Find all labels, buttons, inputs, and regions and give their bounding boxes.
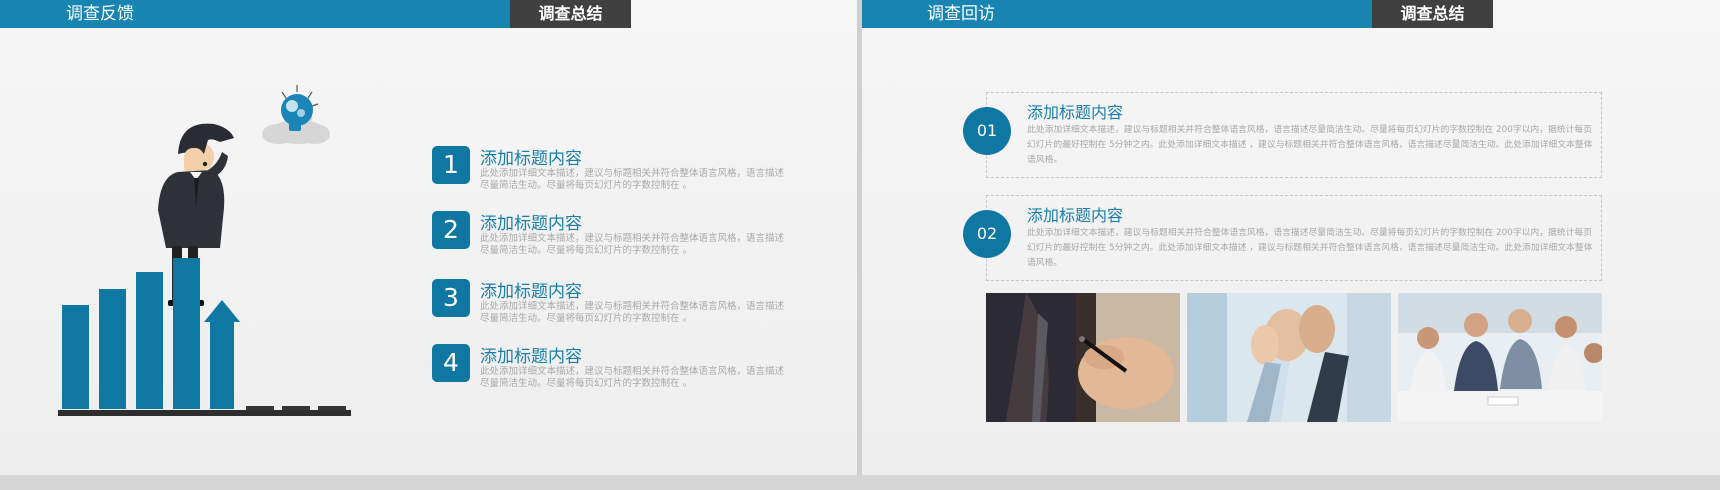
list-item-1[interactable]: 1 添加标题内容 此处添加详细文本描述，建议与标题相关并符合整体语言风格，语言描… [432,144,792,202]
number-circle: 02 [963,210,1011,258]
businessman-bar-chart-illustration [58,85,351,416]
slide-survey-feedback[interactable]: 调查反馈 调查总结 1 添加标题内容 此处添加详细文本描述，建议与标题相关并符合… [0,0,857,475]
bar-chart-graphic [58,258,351,416]
title-bar: 调查反馈 [0,0,510,28]
section-tag: 调查总结 [510,0,631,28]
number-badge: 1 [432,146,470,184]
content-card-2[interactable]: 02 添加标题内容 此处添加详细文本描述，建议与标题相关并符合整体语言风格，语言… [963,195,1602,281]
card-title: 添加标题内容 [1027,206,1124,225]
item-description: 此处添加详细文本描述，建议与标题相关并符合整体语言风格，语言描述尽量简洁生动。尽… [480,366,785,389]
item-title: 添加标题内容 [480,214,582,234]
number-circle: 01 [963,107,1011,155]
item-description: 此处添加详细文本描述，建议与标题相关并符合整体语言风格，语言描述尽量简洁生动。尽… [480,168,785,191]
bottom-strip [0,475,1720,490]
list-item-2[interactable]: 2 添加标题内容 此处添加详细文本描述，建议与标题相关并符合整体语言风格，语言描… [432,209,792,267]
slide-title: 调查反馈 [66,4,134,24]
card-description: 此处添加详细文本描述，建议与标题相关并符合整体语言风格，语言描述尽量简洁生动。尽… [1027,228,1593,268]
slide-survey-revisit[interactable]: 调查回访 调查总结 01 添加标题内容 此处添加详细文本描述，建议与标题相关并符… [862,0,1720,475]
idea-cloud-icon [262,85,330,144]
photo-team-high-five [1187,293,1391,422]
number-badge: 3 [432,279,470,317]
item-title: 添加标题内容 [480,149,582,169]
title-bar: 调查回访 [862,0,1372,28]
card-title: 添加标题内容 [1027,103,1124,122]
list-item-3[interactable]: 3 添加标题内容 此处添加详细文本描述，建议与标题相关并符合整体语言风格，语言描… [432,277,792,335]
item-description: 此处添加详细文本描述，建议与标题相关并符合整体语言风格，语言描述尽量简洁生动。尽… [480,301,785,324]
card-description: 此处添加详细文本描述，建议与标题相关并符合整体语言风格，语言描述尽量简洁生动。尽… [1027,125,1593,165]
item-description: 此处添加详细文本描述，建议与标题相关并符合整体语言风格，语言描述尽量简洁生动。尽… [480,233,785,256]
slide-title: 调查回访 [927,4,995,24]
photo-pen-hand [986,293,1180,422]
content-card-1[interactable]: 01 添加标题内容 此处添加详细文本描述，建议与标题相关并符合整体语言风格，语言… [963,92,1602,178]
item-title: 添加标题内容 [480,282,582,302]
number-badge: 4 [432,344,470,382]
photo-business-meeting [1398,293,1602,422]
slide-stage: 调查反馈 调查总结 1 添加标题内容 此处添加详细文本描述，建议与标题相关并符合… [0,0,1720,490]
item-title: 添加标题内容 [480,347,582,367]
number-badge: 2 [432,211,470,249]
section-tag: 调查总结 [1372,0,1493,28]
list-item-4[interactable]: 4 添加标题内容 此处添加详细文本描述，建议与标题相关并符合整体语言风格，语言描… [432,342,792,400]
